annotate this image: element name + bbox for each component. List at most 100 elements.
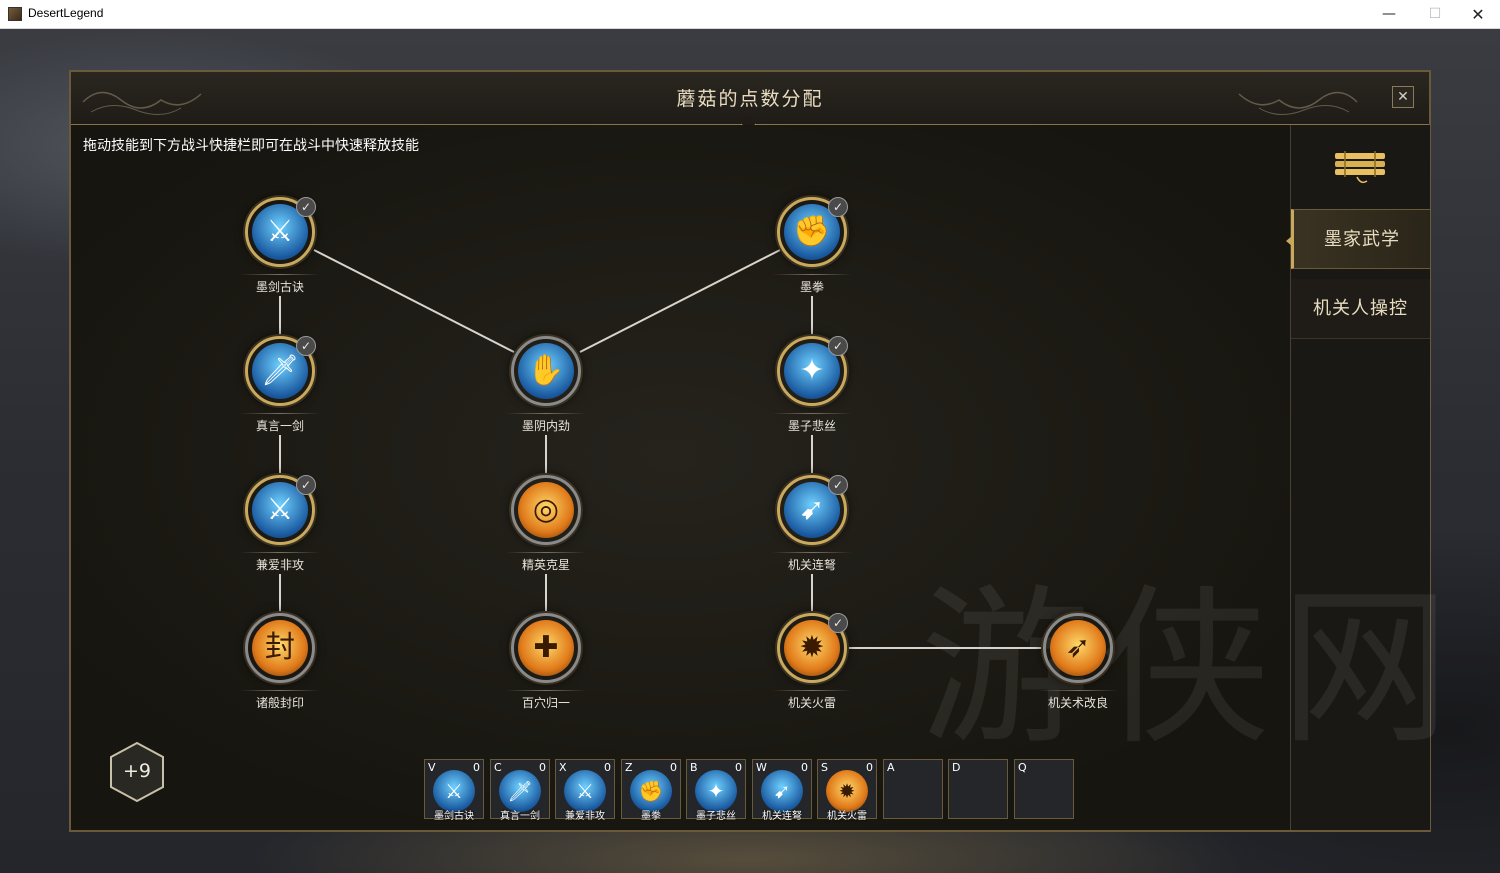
skill-label: 诸般封印 <box>255 696 304 710</box>
skill-label: 机关术改良 <box>1047 696 1108 710</box>
learned-check-icon: ✓ <box>296 336 316 356</box>
skill-node-lianu[interactable]: ➹ ✓ <box>777 475 848 545</box>
skill-icon: ✋ <box>518 343 574 399</box>
quickbar-skill-icon: ⚔ <box>564 770 606 812</box>
watermark: 游侠网 <box>920 570 1461 768</box>
skill-node-gailiang[interactable]: ➶ <box>1043 613 1113 683</box>
skill-node-zhuban[interactable]: 封 <box>245 613 315 683</box>
skill-points-value: +9 <box>122 760 151 782</box>
skill-label: 墨剑古诀 <box>255 280 304 294</box>
quickbar-slot-d[interactable]: D <box>948 759 1008 819</box>
charge-count: 0 <box>735 761 742 774</box>
hotkey-label: A <box>887 761 895 774</box>
skill-node-huolei[interactable]: ✹ ✓ <box>777 613 848 683</box>
quickbar-skill-name: 墨剑古诀 <box>434 811 474 822</box>
tab-label: 机关人操控 <box>1313 298 1408 319</box>
quickbar-slot-s[interactable]: S ✹ 0 机关火雷 <box>817 759 877 822</box>
quickbar-slot-w[interactable]: W ➹ 0 机关连弩 <box>752 759 812 822</box>
quickbar-skill-icon: ✦ <box>695 770 737 812</box>
quickbar-slot-a[interactable]: A <box>883 759 943 819</box>
minimize-button[interactable]: — <box>1366 0 1412 29</box>
quickbar-slot-v[interactable]: V ⚔ 0 墨剑古诀 <box>424 759 484 822</box>
label-divider <box>772 413 852 414</box>
learned-check-icon: ✓ <box>828 613 848 633</box>
scroll-icon[interactable] <box>1333 147 1387 187</box>
skill-icon: ➶ <box>1050 620 1106 676</box>
skill-node-jianai[interactable]: ⚔ ✓ <box>245 475 316 545</box>
learned-check-icon: ✓ <box>828 336 848 356</box>
quickbar-skill-icon: ✊ <box>630 770 672 812</box>
active-tab-arrow <box>1286 236 1292 246</box>
quickbar-skill-name: 真言一剑 <box>500 811 540 822</box>
skill-node-jingying[interactable]: ◎ <box>511 475 581 545</box>
quickbar-slot-z[interactable]: Z ✊ 0 墨拳 <box>621 759 681 822</box>
close-window-button[interactable]: ✕ <box>1455 0 1500 29</box>
skill-node-moyin[interactable]: ✋ <box>511 336 581 406</box>
app-icon <box>8 7 22 21</box>
skill-glyph: ➶ <box>1065 630 1091 665</box>
label-divider <box>1038 690 1118 691</box>
quickbar-slot-c[interactable]: C 🗡 0 真言一剑 <box>490 759 550 822</box>
charge-count: 0 <box>670 761 677 774</box>
quickbar-slot-q[interactable]: Q <box>1014 759 1074 819</box>
label-divider <box>240 690 320 691</box>
label-divider <box>240 413 320 414</box>
hotkey-label: D <box>952 761 961 774</box>
window-title: DesertLegend <box>28 6 104 20</box>
tab-jiguanren-caokong[interactable]: 机关人操控 <box>1291 279 1430 339</box>
panel-title: 蘑菇的点数分配 <box>676 88 824 110</box>
label-divider <box>772 274 852 275</box>
quickbar-slot-b[interactable]: B ✦ 0 墨子悲丝 <box>686 759 746 822</box>
quickbar-skill-name: 机关连弩 <box>762 811 802 822</box>
skill-node-moquan[interactable]: ✊ ✓ <box>777 197 848 267</box>
skill-node-zhenyan[interactable]: 🗡 ✓ <box>245 336 316 406</box>
quickbar-skill-icon: 🗡 <box>499 770 541 812</box>
quickbar-skill-glyph: ⚔ <box>445 779 463 803</box>
skill-node-moji[interactable]: ⚔ ✓ <box>245 197 316 267</box>
skill-label: 墨阴内劲 <box>521 419 570 433</box>
charge-count: 0 <box>801 761 808 774</box>
quickbar-skill-glyph: ⚔ <box>576 779 594 803</box>
learned-check-icon: ✓ <box>296 197 316 217</box>
skill-label: 精英克星 <box>521 558 570 572</box>
quickbar-skill-icon: ➹ <box>761 770 803 812</box>
tab-mojia-wuxue[interactable]: 墨家武学 <box>1286 209 1430 269</box>
quickbar-skill-glyph: ✊ <box>638 779 664 803</box>
label-divider <box>772 690 852 691</box>
label-divider <box>506 690 586 691</box>
quickbar-skill-name: 墨拳 <box>641 811 661 822</box>
quickbar-skill-icon: ⚔ <box>433 770 475 812</box>
close-panel-button[interactable]: ✕ <box>1392 86 1414 108</box>
maximize-button[interactable]: ☐ <box>1412 0 1458 29</box>
quickbar-skill-name: 墨子悲丝 <box>696 811 736 822</box>
charge-count: 0 <box>604 761 611 774</box>
skill-glyph: ✋ <box>527 353 565 388</box>
window-title-bar: DesertLegend — ☐ ✕ <box>0 0 1500 29</box>
panel-header: 蘑菇的点数分配 ✕ <box>71 72 1429 125</box>
quickbar-skill-glyph: ➹ <box>773 779 791 803</box>
skill-node-mozi[interactable]: ✦ ✓ <box>777 336 848 406</box>
skill-label: 百穴归一 <box>521 696 570 710</box>
tab-label: 墨家武学 <box>1324 229 1400 250</box>
skill-label: 墨拳 <box>799 280 824 294</box>
skill-glyph: 封 <box>265 630 295 665</box>
quickbar-skill-glyph: ✹ <box>838 779 856 803</box>
skill-node-baixue[interactable]: ✚ <box>511 613 581 683</box>
skill-label: 真言一剑 <box>255 419 304 433</box>
skill-label: 墨子悲丝 <box>787 419 836 433</box>
label-divider <box>240 274 320 275</box>
quickbar-skill-glyph: ✦ <box>707 779 725 803</box>
label-divider <box>506 413 586 414</box>
hotkey-label: Q <box>1018 761 1027 774</box>
charge-count: 0 <box>866 761 873 774</box>
learned-check-icon: ✓ <box>828 475 848 495</box>
skill-icon: ◎ <box>518 482 574 538</box>
quickbar-skill-glyph: 🗡 <box>507 779 533 803</box>
quickbar-slot-x[interactable]: X ⚔ 0 兼爱非攻 <box>555 759 615 822</box>
charge-count: 0 <box>473 761 480 774</box>
skill-icon: 封 <box>252 620 308 676</box>
skill-label: 机关火雷 <box>787 696 836 710</box>
learned-check-icon: ✓ <box>828 197 848 217</box>
label-divider <box>506 552 586 553</box>
drag-hint-text: 拖动技能到下方战斗快捷栏即可在战斗中快速释放技能 <box>83 138 419 154</box>
